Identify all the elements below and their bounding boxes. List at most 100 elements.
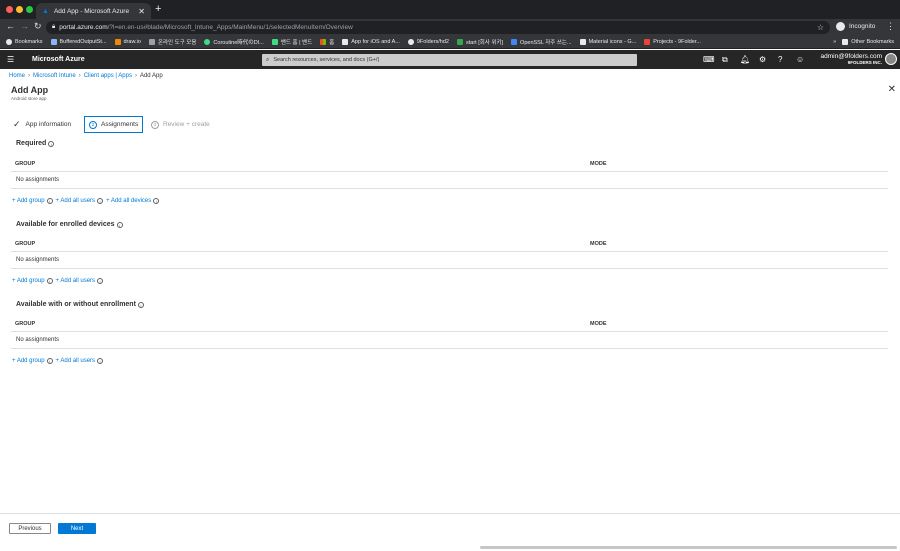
browser-tab-strip: ▲ Add App - Microsoft Azure ✕ + (0, 0, 900, 19)
info-icon[interactable]: i (97, 278, 104, 284)
divider (11, 188, 888, 189)
bookmark-item[interactable]: 밴드 홈 | 밴드 (271, 38, 312, 46)
info-icon[interactable]: i (97, 198, 104, 204)
bookmark-label: 온라인 도구 모음 (157, 40, 197, 46)
add-group-link[interactable]: + Add group (12, 278, 45, 284)
breadcrumb-client-apps[interactable]: Client apps | Apps (84, 73, 132, 79)
info-icon[interactable]: i (137, 301, 144, 308)
horizontal-scrollbar[interactable] (480, 546, 897, 549)
bookmark-label: 9Folders/hd2 (416, 39, 449, 45)
bookmark-label: draw.io (123, 39, 141, 45)
checkmark-icon: ✓ (13, 119, 21, 129)
other-bookmarks[interactable]: » Other Bookmarks (833, 39, 894, 45)
section-required-links: + Add group i + Add all users i + Add al… (12, 198, 162, 204)
info-icon[interactable]: i (97, 358, 104, 364)
browser-tab[interactable]: ▲ Add App - Microsoft Azure ✕ (36, 3, 151, 19)
hamburger-menu-icon[interactable]: ☰ (7, 55, 14, 64)
minimize-window-button[interactable] (16, 6, 23, 13)
empty-state-text: No assignments (16, 337, 60, 343)
info-icon[interactable]: i (153, 198, 160, 204)
azure-brand[interactable]: Microsoft Azure (32, 56, 85, 63)
forward-icon[interactable]: → (20, 21, 29, 31)
back-icon[interactable]: ← (6, 21, 15, 31)
close-blade-icon[interactable]: ✕ (888, 84, 896, 95)
avatar[interactable] (885, 53, 897, 65)
info-icon[interactable]: i (48, 140, 55, 147)
bookmark-star-icon (6, 39, 12, 45)
bookmark-item[interactable]: Bookmarks (6, 39, 43, 45)
bookmark-label: App for iOS and A... (351, 39, 400, 45)
step-label: Assignments (101, 121, 139, 128)
divider (11, 171, 888, 172)
info-icon[interactable]: i (46, 198, 53, 204)
chevron-right-icon: › (78, 73, 81, 79)
azure-favicon-icon: ▲ (42, 7, 49, 15)
add-all-users-link[interactable]: + Add all users (56, 358, 96, 364)
info-icon[interactable]: i (116, 221, 123, 228)
bookmark-label: OpenSSL 자주 쓰는... (520, 40, 572, 46)
bookmark-item[interactable]: Projects - 9Folder... (644, 39, 701, 45)
user-name: admin@9folders.com (820, 53, 882, 60)
bookmark-item[interactable]: Material icons - G... (579, 39, 636, 45)
step-assignments[interactable]: 2 Assignments (84, 116, 144, 133)
bookmark-item[interactable]: Coroutine時代のDI... (204, 38, 264, 46)
footer-divider (0, 513, 900, 514)
bookmark-favicon-icon (204, 39, 211, 45)
feedback-smiley-icon[interactable]: ☺ (796, 55, 804, 64)
global-search-input[interactable]: ⌕ Search resources, services, and docs (… (262, 54, 637, 66)
maximize-window-button[interactable] (26, 6, 33, 13)
close-window-button[interactable] (6, 6, 13, 13)
add-group-link[interactable]: + Add group (12, 358, 45, 364)
step-review-create[interactable]: 3 Review + create (151, 116, 210, 133)
page-title: Add App (11, 85, 49, 95)
chevron-right-icon: › (28, 73, 31, 79)
directory-filter-icon[interactable]: ⧉ (722, 55, 728, 65)
section-title-text: Available for enrolled devices (16, 221, 115, 228)
browser-toolbar: ← → ↻ 🔒︎ portal.azure.com /?l=en.en-us#b… (0, 19, 900, 36)
next-button[interactable]: Next (58, 523, 96, 534)
microsoft-logo-icon (320, 39, 327, 45)
bookmark-item[interactable]: draw.io (114, 39, 141, 45)
url-path: /?l=en.en-us#blade/Microsoft_Intune_Apps… (107, 24, 353, 31)
add-all-users-link[interactable]: + Add all users (56, 278, 96, 284)
help-icon[interactable]: ? (778, 55, 782, 64)
browser-menu-icon[interactable]: ⋮ (886, 21, 895, 32)
notifications-bell-icon[interactable]: 🔔︎ (740, 55, 750, 64)
bookmark-item[interactable]: 홈 (320, 38, 334, 46)
step-app-information[interactable]: ✓ App information (13, 116, 71, 133)
section-unenrolled-title: Available with or without enrollment i (16, 301, 144, 308)
bookmark-item[interactable]: start [회사 위키] (456, 38, 503, 46)
breadcrumb-intune[interactable]: Microsoft Intune (33, 73, 76, 79)
bookmark-item[interactable]: OpenSSL 자주 쓰는... (511, 38, 572, 46)
bookmark-item[interactable]: BufferedOutputSt... (50, 39, 107, 45)
previous-button[interactable]: Previous (9, 523, 51, 534)
info-icon[interactable]: i (46, 358, 53, 364)
address-bar[interactable]: 🔒︎ portal.azure.com /?l=en.en-us#blade/M… (46, 21, 830, 34)
url-host: portal.azure.com (59, 24, 108, 31)
bookmark-item[interactable]: 온라인 도구 모음 (148, 38, 197, 46)
user-account[interactable]: admin@9folders.com 9FOLDERS INC. (820, 53, 882, 65)
bookmark-item[interactable]: 9Folders/hd2 (407, 39, 449, 45)
tab-close-icon[interactable]: ✕ (138, 7, 145, 16)
column-header-mode: MODE (590, 321, 607, 327)
column-header-group: GROUP (15, 161, 36, 167)
chevron-right-icon: › (134, 73, 137, 79)
step-label: Review + create (163, 121, 210, 128)
new-tab-button[interactable]: + (155, 3, 161, 15)
search-icon: ⌕ (266, 56, 270, 63)
step-label: App information (25, 121, 72, 128)
divider (11, 348, 888, 349)
add-group-link[interactable]: + Add group (12, 198, 45, 204)
bookmark-item[interactable]: App for iOS and A... (342, 39, 400, 45)
add-all-devices-link[interactable]: + Add all devices (106, 198, 151, 204)
settings-gear-icon[interactable]: ⚙ (759, 55, 766, 64)
info-icon[interactable]: i (46, 278, 53, 284)
cloud-shell-icon[interactable]: ⌨ (703, 55, 715, 64)
bookmark-label: Bookmarks (15, 39, 43, 45)
section-title-text: Required (16, 140, 47, 147)
breadcrumb-home[interactable]: Home (9, 73, 25, 79)
incognito-indicator[interactable]: Incognito (836, 22, 875, 31)
bookmark-star-icon[interactable]: ☆ (817, 23, 824, 32)
add-all-users-link[interactable]: + Add all users (56, 198, 96, 204)
reload-icon[interactable]: ↻ (34, 21, 42, 32)
